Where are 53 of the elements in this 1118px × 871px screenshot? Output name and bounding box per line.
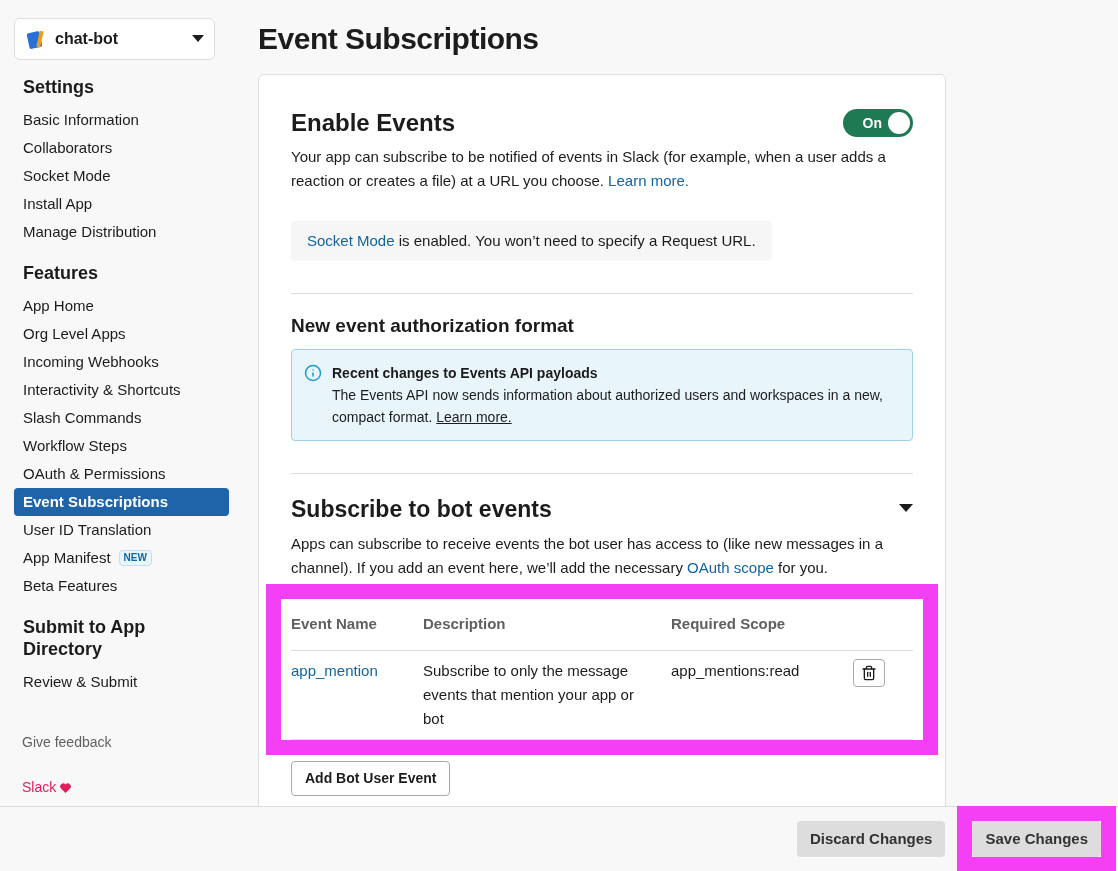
sidebar-item[interactable]: OAuth & Permissions	[14, 460, 229, 488]
sidebar-item[interactable]: Manage Distribution	[14, 218, 229, 246]
add-event-button[interactable]: Add Bot User Event	[291, 760, 451, 796]
sidebar-item[interactable]: App Home	[14, 292, 229, 320]
sidebar-item[interactable]: Collaborators	[14, 134, 229, 162]
trash-icon	[861, 664, 877, 681]
sidebar-item[interactable]: Incoming Webhooks	[14, 348, 229, 376]
sidebar-item[interactable]: Interactivity & Shortcuts	[14, 376, 229, 404]
app-selector[interactable]: chat-bot	[14, 18, 215, 60]
learn-more-link[interactable]: Learn more.	[436, 408, 512, 425]
sidebar-item[interactable]: User ID Translation	[14, 516, 229, 544]
socket-notice: Socket Mode is enabled. You won’t need to specify a Request URL.	[291, 221, 772, 261]
learn-more-link[interactable]: Learn more.	[608, 172, 689, 189]
info-icon	[304, 363, 322, 382]
section-title: Enable Events	[291, 108, 456, 138]
sidebar-heading: Settings	[22, 76, 95, 98]
table-cell-text: Subscribe to only the message events that mention your app or bot	[423, 660, 635, 729]
table-cell[interactable]: app_mention	[291, 650, 423, 739]
new-badge: NEW	[118, 550, 152, 566]
caret-icon	[192, 35, 204, 43]
sidebar-item[interactable]: Slash Commands	[14, 404, 229, 432]
callout-title: Recent changes to Events API payloads	[332, 363, 599, 383]
brand-link[interactable]: Slack	[22, 777, 57, 798]
footer-action-button[interactable]: Discard Changes	[796, 821, 946, 857]
socket-mode-link[interactable]: Socket Mode	[307, 232, 395, 249]
column-header: Event Name	[291, 599, 423, 651]
sidebar-item[interactable]: Workflow Steps	[14, 432, 229, 460]
sidebar-heading: Submit to App Directory	[22, 616, 147, 660]
footer-action-button[interactable]: Save Changes	[972, 821, 1101, 857]
table-cell-text: app_mentions:read	[671, 660, 801, 681]
sidebar-item[interactable]: App Manifest NEW	[14, 544, 229, 572]
sidebar-item[interactable]: Review & Submit	[14, 668, 229, 696]
description-text: Your app can subscribe to be notified of events in Slack (for example, when a user adds a reaction or creates a file) at a URL you choose. Learn more.	[291, 147, 887, 191]
sidebar-item[interactable]: Install App	[14, 190, 229, 218]
sidebar-item[interactable]: Beta Features	[14, 572, 229, 600]
oauth-scope-link[interactable]: OAuth scope	[687, 559, 774, 576]
sidebar-item[interactable]: Org Level Apps	[14, 320, 229, 348]
sidebar-item[interactable]: Socket Mode	[14, 162, 229, 190]
caret-icon[interactable]	[899, 504, 913, 514]
toggle-switch[interactable]: On	[843, 109, 913, 137]
heart-icon	[60, 782, 72, 793]
page-title: Event Subscriptions	[258, 21, 540, 57]
column-header: Required Scope	[671, 599, 853, 651]
column-header: Description	[423, 599, 671, 651]
section-title: Subscribe to bot events	[291, 494, 552, 524]
callout-text: The Events API now sends information about authorized users and workspaces in a new, compact format. Learn more.	[332, 385, 884, 427]
description-text: Apps can subscribe to receive events the bot user has access to (like new messages in a channel). If you add an event here, we’ll add the necessary OAuth scope for you.	[291, 534, 884, 578]
section-title: New event authorization format	[291, 314, 575, 338]
feedback-link[interactable]: Give feedback	[14, 732, 229, 753]
sidebar-heading: Features	[22, 262, 100, 284]
sidebar-item[interactable]: Basic Information	[14, 106, 229, 134]
delete-button[interactable]	[853, 658, 885, 687]
sidebar-item[interactable]: Event Subscriptions	[14, 488, 229, 516]
